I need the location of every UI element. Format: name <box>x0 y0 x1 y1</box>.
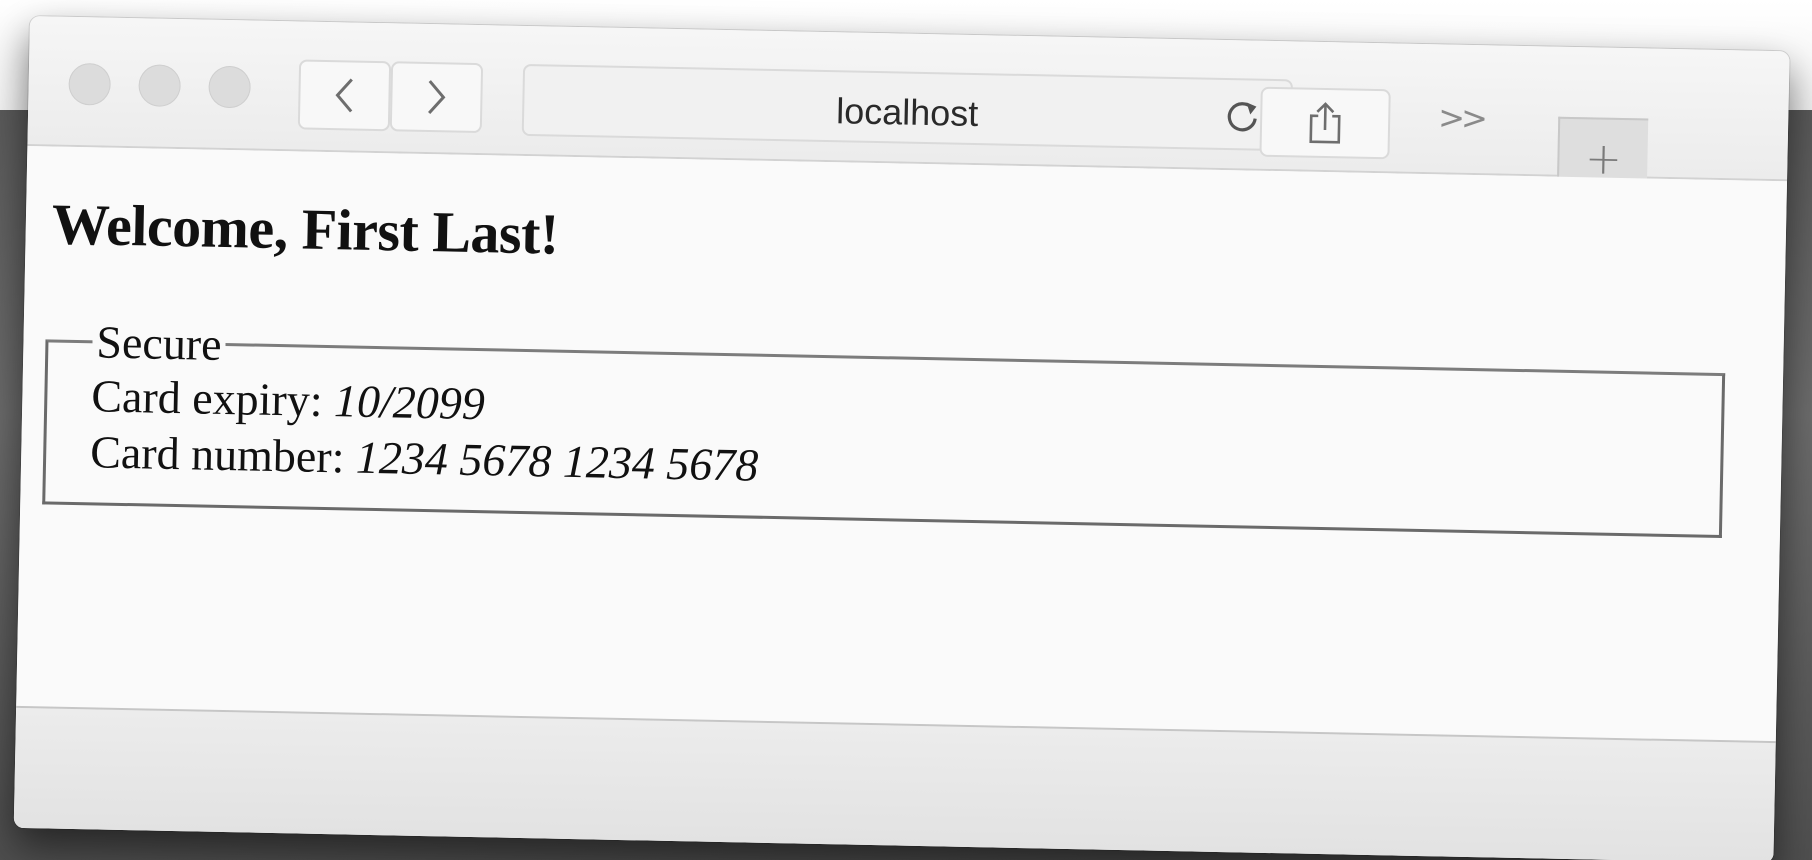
page-title: Welcome, First Last! <box>51 191 560 267</box>
secure-fieldset: Secure Card expiry: 10/2099 Card number:… <box>42 314 1726 539</box>
back-button[interactable] <box>297 59 392 132</box>
double-chevron-icon[interactable]: >> <box>1438 98 1484 137</box>
zoom-icon[interactable] <box>208 65 252 109</box>
share-icon <box>1309 102 1341 144</box>
address-text[interactable]: localhost <box>524 84 1291 141</box>
forward-button[interactable] <box>389 61 484 134</box>
share-button[interactable] <box>1259 86 1391 160</box>
browser-window: localhost >> + Welcome, First Last! Secu… <box>13 16 1790 860</box>
address-bar[interactable]: localhost <box>521 63 1293 152</box>
minimize-icon[interactable] <box>138 64 182 108</box>
fieldset-legend: Secure <box>95 316 223 370</box>
card-number-value: 1234 5678 1234 5678 <box>355 431 759 491</box>
card-expiry-value: 10/2099 <box>333 375 486 430</box>
close-icon[interactable] <box>68 62 112 106</box>
screenshot-scene: localhost >> + Welcome, First Last! Secu… <box>0 0 1812 860</box>
card-expiry-label: Card expiry: <box>90 370 335 427</box>
card-number-label: Card number: <box>89 426 357 483</box>
reload-icon[interactable] <box>1222 96 1263 137</box>
chevron-left-icon <box>335 78 353 113</box>
chevron-right-icon <box>428 80 446 115</box>
page-content: Welcome, First Last! Secure Card expiry:… <box>16 145 1788 742</box>
